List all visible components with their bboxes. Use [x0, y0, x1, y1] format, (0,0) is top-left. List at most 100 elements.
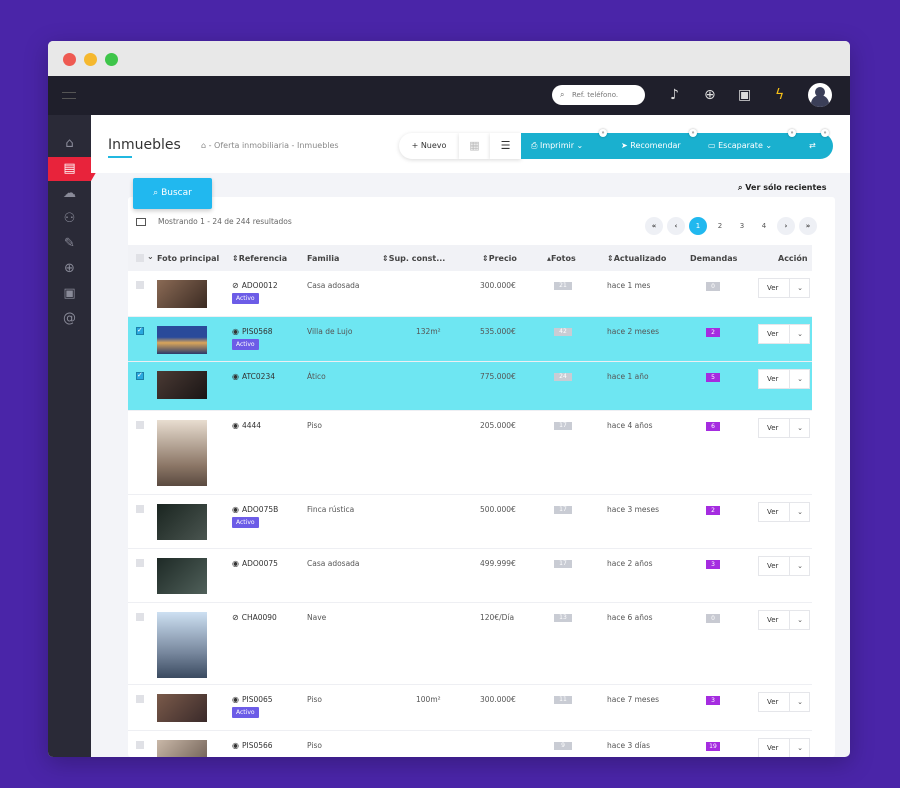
maximize-dot[interactable]	[105, 53, 118, 66]
pager-2[interactable]: 2	[711, 217, 729, 235]
row-checkbox[interactable]	[136, 559, 144, 567]
demandas-badge[interactable]: 3	[706, 560, 720, 569]
demandas-badge[interactable]: 3	[706, 696, 720, 705]
list-view-button[interactable]: ☰	[490, 133, 521, 159]
property-photo[interactable]	[157, 558, 207, 594]
chevron-down-icon[interactable]: ⌄	[789, 739, 810, 757]
sidebar-item-tools[interactable]: ✎	[48, 232, 91, 256]
row-checkbox[interactable]	[136, 421, 144, 429]
property-photo[interactable]	[157, 420, 207, 486]
table-row[interactable]: ◉ PIS0065 Activo Piso 100m² 300.000€ 11 h…	[128, 685, 812, 731]
ref-cell[interactable]: ◉ ADO075B	[232, 505, 278, 514]
property-photo[interactable]	[157, 694, 207, 722]
col-actualizado[interactable]: ⇕Actualizado	[607, 254, 666, 263]
sidebar-item-inmuebles[interactable]: ▤	[48, 157, 98, 181]
table-row[interactable]: ◉ PIS0566 Piso 9 hace 3 días 19 Ver ⌄	[128, 731, 812, 757]
demandas-badge[interactable]: 0	[706, 282, 720, 291]
pager-4[interactable]: 4	[755, 217, 773, 235]
ref-cell[interactable]: ◉ PIS0065	[232, 695, 273, 704]
table-row[interactable]: ◉ ADO0075 Casa adosada 499.999€ 17 hace 2…	[128, 549, 812, 603]
chevron-down-icon[interactable]: ⌄	[789, 611, 810, 629]
imprimir-button[interactable]: ⎙ Imprimir ⌄	[531, 133, 583, 159]
pager-3[interactable]: 3	[733, 217, 751, 235]
chevron-down-icon[interactable]: ⌄	[789, 279, 810, 297]
ref-cell[interactable]: ◉ PIS0566	[232, 741, 273, 750]
menu-icon[interactable]	[62, 92, 76, 99]
property-photo[interactable]	[157, 280, 207, 308]
ver-button[interactable]: Ver ⌄	[758, 278, 810, 298]
table-row[interactable]: ◉ 4444 Piso 205.000€ 17 hace 4 años 6 Ver…	[128, 411, 812, 495]
row-checkbox[interactable]	[136, 695, 144, 703]
ver-button[interactable]: Ver ⌄	[758, 692, 810, 712]
row-checkbox[interactable]	[136, 613, 144, 621]
sync-button[interactable]: ⇄	[809, 133, 816, 159]
property-photo[interactable]	[157, 326, 207, 354]
chevron-down-icon[interactable]: ⌄	[789, 503, 810, 521]
ref-cell[interactable]: ◉ 4444	[232, 421, 261, 430]
col-referencia[interactable]: ⇕Referencia	[232, 254, 287, 263]
demandas-badge[interactable]: 19	[706, 742, 720, 751]
bolt-icon[interactable]: ϟ	[775, 86, 784, 104]
avatar[interactable]	[808, 83, 832, 107]
table-row[interactable]: ◉ATC0234 Ático 775.000€ 24 hace 1 año 5 …	[128, 362, 812, 411]
chevron-down-icon[interactable]: ⌄	[789, 370, 810, 388]
select-menu-icon[interactable]: ⌄	[147, 252, 154, 261]
row-checkbox[interactable]	[136, 281, 144, 289]
row-checkbox[interactable]	[136, 326, 144, 335]
property-photo[interactable]	[157, 740, 207, 757]
ver-button[interactable]: Ver ⌄	[758, 324, 810, 344]
sidebar-item-email[interactable]: @	[48, 307, 91, 331]
ver-button[interactable]: Ver ⌄	[758, 738, 810, 757]
property-photo[interactable]	[157, 371, 207, 399]
table-row[interactable]: ◉PIS0568 Activo Villa de Lujo 132m² 535.…	[128, 317, 812, 362]
ref-cell[interactable]: ◉ PIS0568	[232, 327, 273, 336]
demandas-badge[interactable]: 2	[706, 506, 720, 515]
demandas-badge[interactable]: 5	[706, 373, 720, 382]
pager-prev[interactable]: ‹	[667, 217, 685, 235]
demandas-badge[interactable]: 0	[706, 614, 720, 623]
close-dot[interactable]	[63, 53, 76, 66]
grid-view-button[interactable]: ▦	[459, 133, 490, 159]
col-fotos[interactable]: ▴Fotos	[547, 254, 576, 263]
sidebar-item-cloud[interactable]: ☁	[48, 182, 91, 206]
breadcrumb[interactable]: ⌂ - Oferta inmobiliaria - Inmuebles	[201, 141, 339, 150]
ref-cell[interactable]: ◉ ADO0075	[232, 559, 278, 568]
chevron-down-icon[interactable]: ⌄	[789, 557, 810, 575]
table-row[interactable]: ⊘ CHA0090 Nave 120€/Día 13 hace 6 años 0 …	[128, 603, 812, 685]
chevron-down-icon[interactable]: ⌄	[789, 419, 810, 437]
bell-icon[interactable]: ♪	[670, 86, 679, 104]
row-checkbox[interactable]	[136, 505, 144, 513]
nuevo-button[interactable]: + Nuevo	[399, 133, 459, 159]
pager-1[interactable]: 1	[689, 217, 707, 235]
sidebar-item-web[interactable]: ⊕	[48, 257, 91, 281]
escaparate-button[interactable]: ▭ Escaparate ⌄	[708, 133, 772, 159]
pager-last[interactable]: »	[799, 217, 817, 235]
recientes-link[interactable]: ⌕ Ver sólo recientes	[738, 183, 826, 193]
sidebar-item-users[interactable]: ⚇	[48, 207, 91, 231]
table-row[interactable]: ◉ ADO075B Activo Finca rústica 500.000€ 1…	[128, 495, 812, 549]
buscar-button[interactable]: ⌕ Buscar	[133, 178, 212, 209]
ver-button[interactable]: Ver ⌄	[758, 610, 810, 630]
property-photo[interactable]	[157, 612, 207, 678]
select-all-checkbox[interactable]	[136, 254, 144, 262]
col-sup[interactable]: ⇕Sup. const...	[382, 254, 445, 263]
pager-first[interactable]: «	[645, 217, 663, 235]
demandas-badge[interactable]: 6	[706, 422, 720, 431]
ref-cell[interactable]: ⊘ ADO0012	[232, 281, 278, 290]
row-checkbox[interactable]	[136, 371, 144, 380]
col-precio[interactable]: ⇕Precio	[482, 254, 517, 263]
minimize-dot[interactable]	[84, 53, 97, 66]
ver-button[interactable]: Ver ⌄	[758, 556, 810, 576]
phone-search-input[interactable]: ⌕ Ref. teléfono.	[552, 85, 645, 105]
chevron-down-icon[interactable]: ⌄	[789, 693, 810, 711]
ref-cell[interactable]: ⊘ CHA0090	[232, 613, 277, 622]
recomendar-button[interactable]: ➤ Recomendar	[621, 133, 681, 159]
chevron-down-icon[interactable]: ⌄	[789, 325, 810, 343]
pager-next[interactable]: ›	[777, 217, 795, 235]
row-checkbox[interactable]	[136, 741, 144, 749]
table-row[interactable]: ⊘ ADO0012 Activo Casa adosada 300.000€ 21…	[128, 271, 812, 317]
demandas-badge[interactable]: 2	[706, 328, 720, 337]
ver-button[interactable]: Ver ⌄	[758, 502, 810, 522]
sidebar-item-business[interactable]: ▣	[48, 282, 91, 306]
briefcase-icon[interactable]: ▣	[738, 86, 751, 104]
